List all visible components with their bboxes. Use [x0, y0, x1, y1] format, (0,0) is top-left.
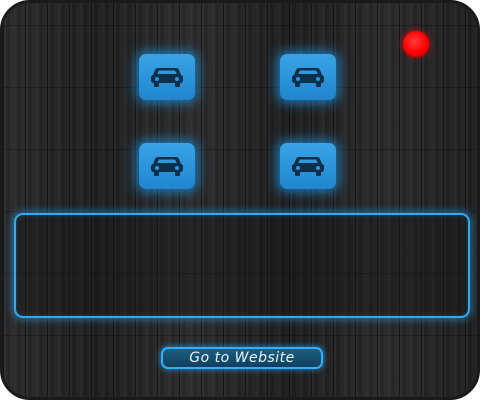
display-panel: [14, 213, 470, 318]
car-icon: [151, 68, 183, 87]
car-icon: [292, 68, 324, 87]
status-indicator-dot: [403, 31, 429, 57]
car-button-2[interactable]: [280, 54, 336, 100]
car-icon: [151, 157, 183, 176]
car-button-4[interactable]: [280, 143, 336, 189]
go-to-website-button[interactable]: Go to Website: [161, 347, 323, 369]
app-window: Go to Website: [0, 0, 480, 400]
car-button-3[interactable]: [139, 143, 195, 189]
car-button-1[interactable]: [139, 54, 195, 100]
car-icon: [292, 157, 324, 176]
